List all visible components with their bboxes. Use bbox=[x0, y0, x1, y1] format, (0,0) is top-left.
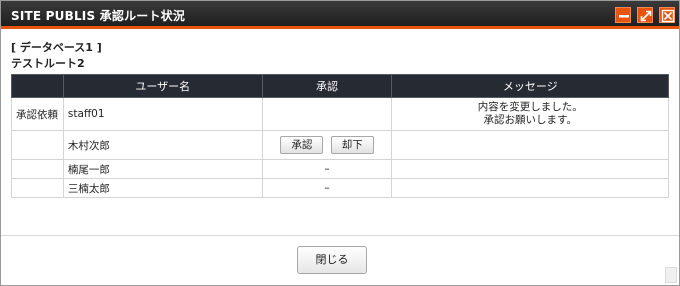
footer-divider bbox=[1, 235, 679, 236]
table-row: 承認依頼 staff01 内容を変更しました。 承認お願いします。 bbox=[11, 97, 669, 131]
approve-button[interactable]: 承認 bbox=[280, 136, 324, 154]
user-cell: staff01 bbox=[62, 97, 263, 131]
maximize-icon bbox=[640, 10, 652, 22]
approval-cell: 承認 却下 bbox=[261, 130, 393, 160]
close-window-button[interactable] bbox=[659, 7, 675, 23]
status-cell bbox=[11, 178, 64, 198]
title-bar[interactable]: SITE PUBLIS 承認ルート状況 bbox=[1, 1, 679, 29]
close-icon bbox=[661, 9, 675, 23]
status-cell bbox=[11, 130, 64, 160]
approval-route-dialog: SITE PUBLIS 承認ルート状況 [ データベース1 ] テストルート2 bbox=[0, 0, 680, 286]
message-cell: 内容を変更しました。 承認お願いします。 bbox=[391, 97, 669, 131]
window-title: SITE PUBLIS 承認ルート状況 bbox=[11, 9, 186, 23]
table-row: 三楠太郎 – bbox=[11, 178, 669, 198]
approval-cell: – bbox=[261, 159, 393, 179]
user-cell: 楠尾一郎 bbox=[62, 159, 263, 179]
reject-button[interactable]: 却下 bbox=[330, 136, 374, 154]
message-cell bbox=[391, 159, 669, 179]
minimize-button[interactable] bbox=[615, 7, 631, 23]
message-line: 内容を変更しました。 bbox=[477, 101, 583, 113]
table-row: 木村次郎 承認 却下 bbox=[11, 130, 669, 160]
table-header-row: ユーザー名 承認 メッセージ bbox=[11, 74, 669, 98]
maximize-button[interactable] bbox=[637, 7, 653, 23]
status-cell: 承認依頼 bbox=[11, 97, 64, 131]
message-cell bbox=[391, 178, 669, 198]
minimize-icon bbox=[619, 15, 629, 18]
column-header-user: ユーザー名 bbox=[62, 74, 263, 98]
status-cell bbox=[11, 159, 64, 179]
approval-cell: – bbox=[261, 178, 393, 198]
table-row: 楠尾一郎 – bbox=[11, 159, 669, 179]
user-cell: 木村次郎 bbox=[62, 130, 263, 160]
database-label: [ データベース1 ] bbox=[11, 41, 102, 54]
column-header-approval: 承認 bbox=[261, 74, 393, 98]
close-button[interactable]: 閉じる bbox=[297, 246, 367, 274]
approval-table: ユーザー名 承認 メッセージ 承認依頼 staff01 内容を変更しました。 承… bbox=[11, 74, 669, 198]
approval-cell bbox=[261, 97, 393, 131]
column-header-message: メッセージ bbox=[391, 74, 669, 98]
route-info: [ データベース1 ] テストルート2 bbox=[11, 39, 669, 71]
route-name: テストルート2 bbox=[11, 57, 85, 70]
message-cell bbox=[391, 130, 669, 160]
user-cell: 三楠太郎 bbox=[62, 178, 263, 198]
message-line: 承認お願いします。 bbox=[483, 114, 577, 126]
column-header-status bbox=[11, 74, 64, 98]
resize-handle[interactable] bbox=[665, 267, 677, 283]
